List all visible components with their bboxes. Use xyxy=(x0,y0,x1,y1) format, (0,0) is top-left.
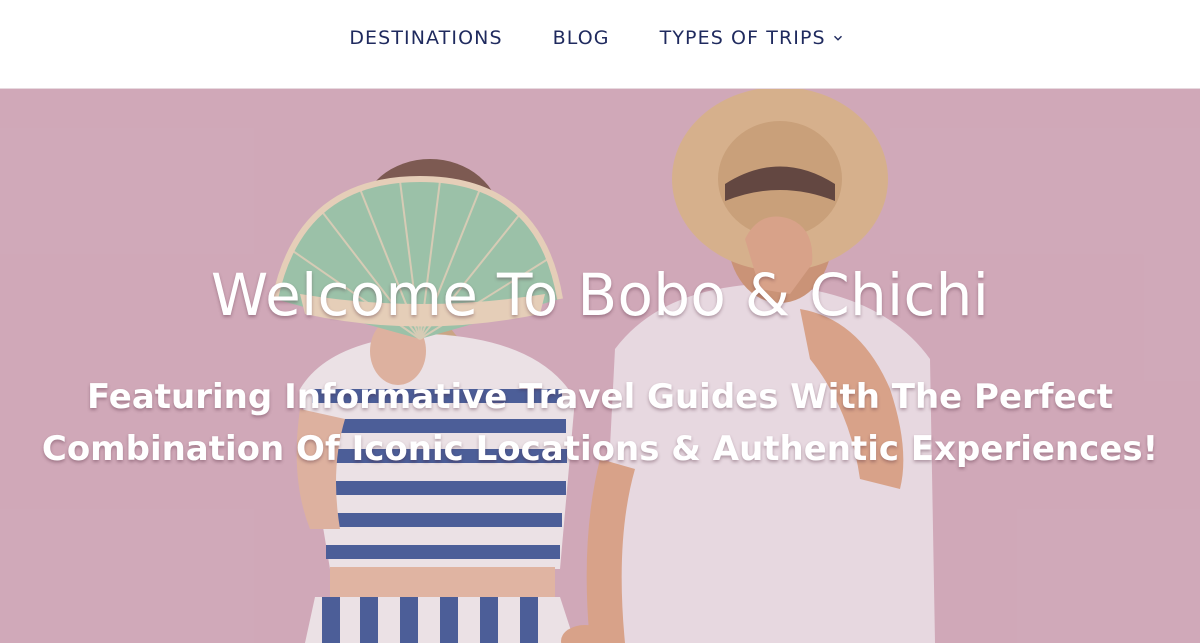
hero-overlay xyxy=(0,89,1200,643)
nav-destinations-link[interactable]: DESTINATIONS xyxy=(349,27,502,49)
hero-banner: Welcome To Bobo & Chichi Featuring Infor… xyxy=(0,89,1200,643)
nav-types-of-trips-dropdown[interactable]: TYPES OF TRIPS xyxy=(660,27,843,49)
hero-subtitle-line1: Featuring Informative Travel Guides With… xyxy=(86,377,1114,417)
hero-subtitle: Featuring Informative Travel Guides With… xyxy=(0,371,1200,475)
nav-destinations-label: DESTINATIONS xyxy=(349,27,503,49)
nav-blog-label: BLOG xyxy=(552,27,610,49)
nav-types-of-trips-label: TYPES OF TRIPS xyxy=(659,27,826,49)
nav-blog-link[interactable]: BLOG xyxy=(553,27,610,49)
main-menu: DESTINATIONS BLOG TYPES OF TRIPS xyxy=(349,27,842,49)
hero-title: Welcome To Bobo & Chichi xyxy=(210,261,990,329)
chevron-down-icon xyxy=(833,33,843,43)
hero-subtitle-line2: Combination Of Iconic Locations & Authen… xyxy=(41,429,1159,469)
top-navigation: DESTINATIONS BLOG TYPES OF TRIPS xyxy=(0,0,1200,89)
